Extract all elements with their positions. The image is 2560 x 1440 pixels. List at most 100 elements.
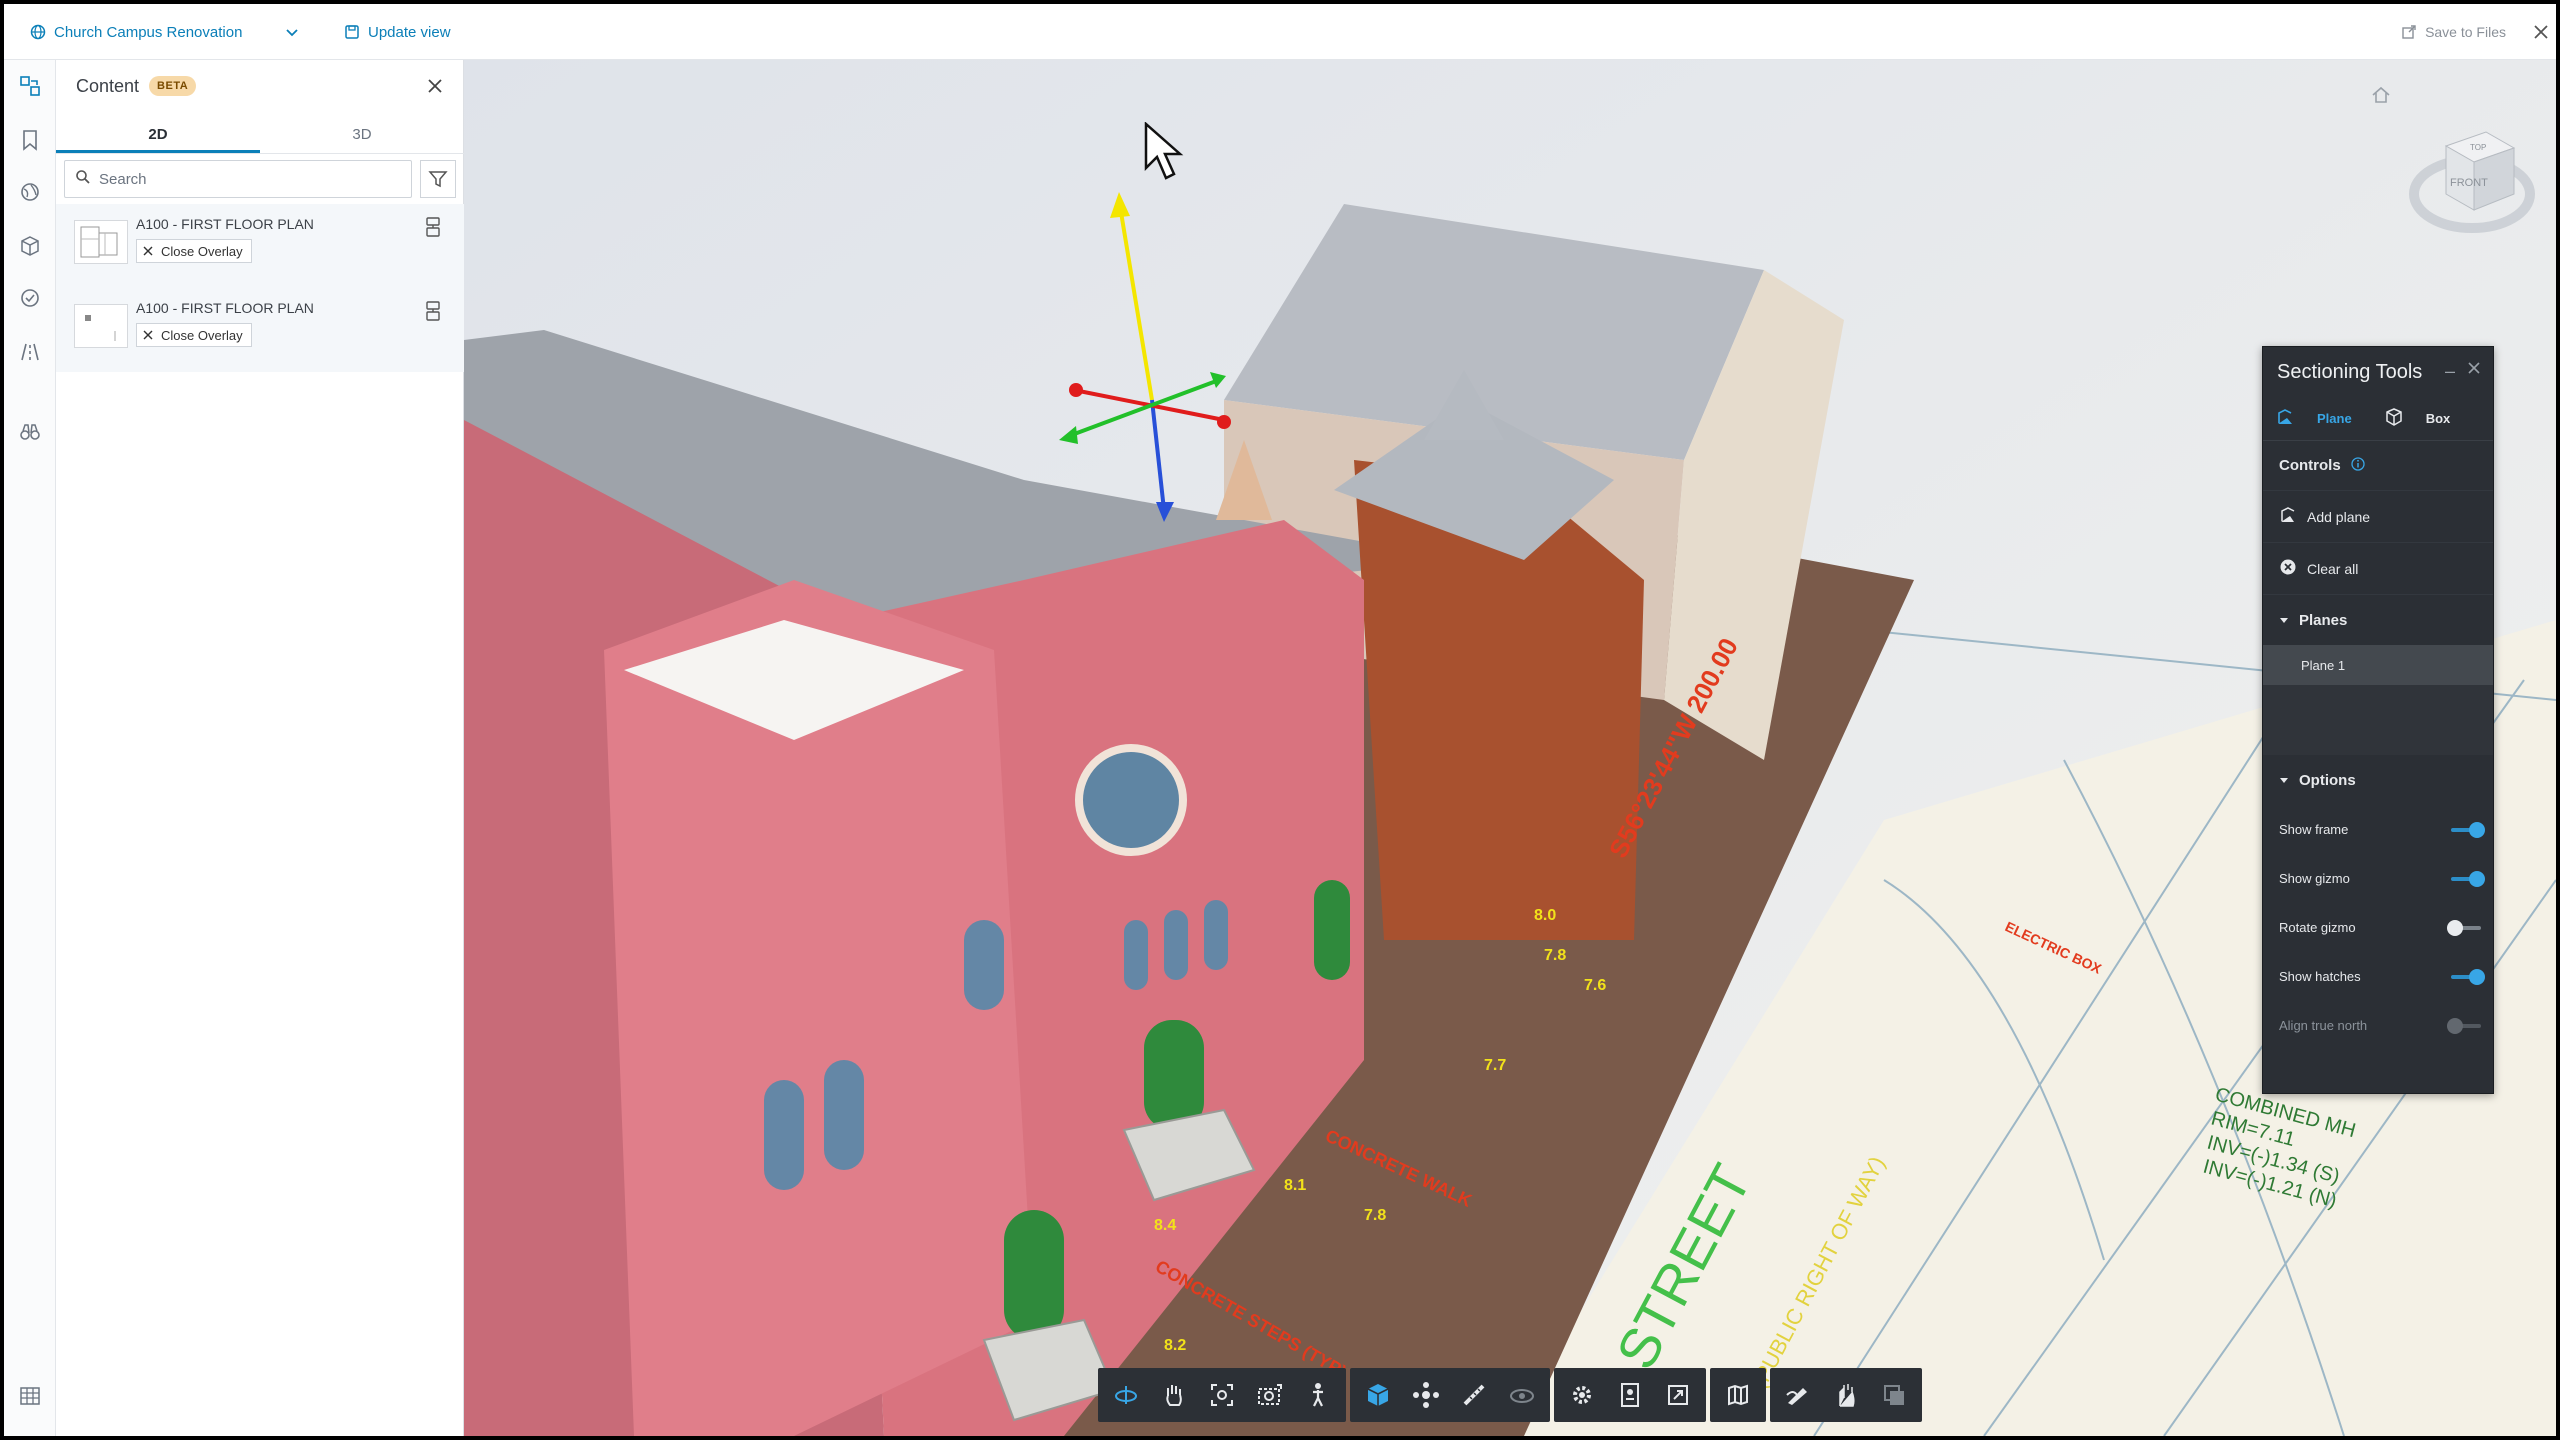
- close-overlay-label: Close Overlay: [161, 243, 243, 259]
- compare-icon[interactable]: [1872, 1372, 1916, 1418]
- tab-3d[interactable]: 3D: [260, 118, 464, 153]
- gear-icon[interactable]: [1560, 1372, 1604, 1418]
- first-person-icon[interactable]: [1296, 1372, 1340, 1418]
- globe-icon: [30, 24, 46, 40]
- options-header[interactable]: Options: [2263, 755, 2493, 805]
- section-box-icon[interactable]: [1356, 1372, 1400, 1418]
- filter-icon[interactable]: [420, 160, 456, 198]
- sheet-thumbnail: [74, 304, 128, 348]
- home-icon[interactable]: [2370, 84, 2392, 111]
- option-label: Show gizmo: [2279, 871, 2350, 886]
- viewer-toolbar: [1098, 1368, 1922, 1422]
- orbit-icon[interactable]: [1104, 1372, 1148, 1418]
- update-view-button[interactable]: Update view: [344, 4, 451, 60]
- list-item[interactable]: A100 - FIRST FLOOR PLAN Close Overlay: [56, 204, 464, 288]
- bookmark-icon[interactable]: [18, 128, 42, 152]
- box-mode-button[interactable]: Box: [2384, 407, 2450, 430]
- layer-settings-icon[interactable]: [424, 216, 444, 240]
- extension-tools: [1770, 1368, 1922, 1422]
- option-align-true-north: Align true north: [2263, 1001, 2493, 1050]
- measure-ruler-icon[interactable]: [1452, 1372, 1496, 1418]
- content-panel: Content BETA 2D 3D A100 - FIRST FLOOR PL…: [56, 60, 464, 1436]
- markup-pen-icon[interactable]: [1776, 1372, 1820, 1418]
- align-true-north-toggle: [2447, 1017, 2481, 1034]
- update-view-label: Update view: [368, 23, 451, 41]
- zoom-window-icon[interactable]: [1200, 1372, 1244, 1418]
- elevation-label: 7.7: [1484, 1057, 1506, 1074]
- close-icon[interactable]: [2467, 361, 2481, 380]
- save-to-files-button[interactable]: Save to Files: [2401, 4, 2506, 60]
- layer-settings-icon[interactable]: [424, 300, 444, 324]
- view-cube[interactable]: FRONT TOP: [2406, 114, 2536, 244]
- options-label: Options: [2299, 771, 2356, 789]
- road-icon[interactable]: [18, 340, 42, 364]
- fullscreen-icon[interactable]: [1656, 1372, 1700, 1418]
- option-label: Rotate gizmo: [2279, 920, 2356, 935]
- list-item[interactable]: A100 - FIRST FLOOR PLAN Close Overlay: [56, 288, 464, 372]
- panel-header: Content BETA: [56, 60, 464, 112]
- add-plane-icon: [2279, 506, 2297, 527]
- close-icon: [143, 244, 153, 259]
- sectioning-title: Sectioning Tools: [2277, 360, 2423, 383]
- elevation-label: 8.1: [1284, 1177, 1306, 1194]
- planes-header[interactable]: Planes: [2263, 595, 2493, 645]
- search-box: [64, 160, 412, 198]
- option-label: Align true north: [2279, 1018, 2368, 1033]
- sectioning-tools-panel: Sectioning Tools – Plane Box Controls Ad…: [2262, 346, 2494, 1094]
- document-hand-icon[interactable]: [1824, 1372, 1868, 1418]
- minimize-icon[interactable]: –: [2445, 361, 2455, 382]
- app-window: Church Campus Renovation Update view Sav…: [4, 4, 2556, 1436]
- clear-all-button[interactable]: Clear all: [2263, 543, 2493, 595]
- info-icon[interactable]: [2351, 456, 2365, 475]
- ghosting-icon[interactable]: [1500, 1372, 1544, 1418]
- sheet-thumbnail: [74, 220, 128, 264]
- navigation-tools: [1098, 1368, 1346, 1422]
- rotate-gizmo-toggle[interactable]: [2447, 919, 2481, 936]
- mouse-cursor-icon: [1144, 121, 1184, 187]
- plane-mode-label: Plane: [2317, 411, 2352, 426]
- close-icon[interactable]: [2532, 4, 2550, 60]
- properties-icon[interactable]: [1608, 1372, 1652, 1418]
- model-cube-icon[interactable]: [18, 234, 42, 258]
- issues-check-icon[interactable]: [18, 286, 42, 310]
- close-overlay-label: Close Overlay: [161, 327, 243, 343]
- show-frame-toggle[interactable]: [2451, 821, 2485, 838]
- sheet-title: A100 - FIRST FLOOR PLAN: [136, 216, 314, 232]
- project-selector[interactable]: Church Campus Renovation: [30, 4, 242, 60]
- plane-list-item[interactable]: Plane 1: [2263, 645, 2493, 685]
- planes-label: Planes: [2299, 611, 2348, 629]
- controls-label: Controls: [2279, 457, 2341, 474]
- chevron-down-icon[interactable]: [284, 4, 300, 60]
- search-icon: [75, 169, 91, 190]
- show-gizmo-toggle[interactable]: [2451, 870, 2485, 887]
- camera-icon[interactable]: [1248, 1372, 1292, 1418]
- content-icon[interactable]: [18, 74, 42, 98]
- close-icon[interactable]: [423, 74, 447, 98]
- close-icon: [143, 328, 153, 343]
- top-bar: Church Campus Renovation Update view Sav…: [4, 4, 2556, 60]
- clear-circle-icon: [2279, 558, 2297, 579]
- table-grid-icon[interactable]: [18, 1384, 42, 1408]
- elevation-label: 8.4: [1154, 1217, 1176, 1234]
- elevation-label: 7.8: [1544, 947, 1566, 964]
- binoculars-icon[interactable]: [18, 420, 42, 444]
- 3d-viewport[interactable]: S56°23'44"W 200.00 CONCRETE WALK CONCRET…: [464, 60, 2556, 1436]
- elevation-label: 7.8: [1364, 1207, 1386, 1224]
- map-globe-icon[interactable]: [18, 180, 42, 204]
- add-plane-button[interactable]: Add plane: [2263, 491, 2493, 543]
- close-overlay-button[interactable]: Close Overlay: [136, 323, 252, 347]
- model-scene: S56°23'44"W 200.00 CONCRETE WALK CONCRET…: [464, 60, 2556, 1436]
- search-input[interactable]: [99, 170, 389, 188]
- plane-mode-button[interactable]: Plane: [2275, 407, 2352, 430]
- option-show-frame: Show frame: [2263, 805, 2493, 854]
- close-overlay-button[interactable]: Close Overlay: [136, 239, 252, 263]
- option-rotate-gizmo: Rotate gizmo: [2263, 903, 2493, 952]
- tab-2d[interactable]: 2D: [56, 118, 260, 153]
- pan-hand-icon[interactable]: [1152, 1372, 1196, 1418]
- elevation-label: 7.6: [1584, 977, 1606, 994]
- show-hatches-toggle[interactable]: [2451, 968, 2485, 985]
- explode-model-icon[interactable]: [1404, 1372, 1448, 1418]
- caret-down-icon: [2279, 612, 2289, 629]
- map-sheet-icon[interactable]: [1716, 1372, 1760, 1418]
- sheets-tools: [1710, 1368, 1766, 1422]
